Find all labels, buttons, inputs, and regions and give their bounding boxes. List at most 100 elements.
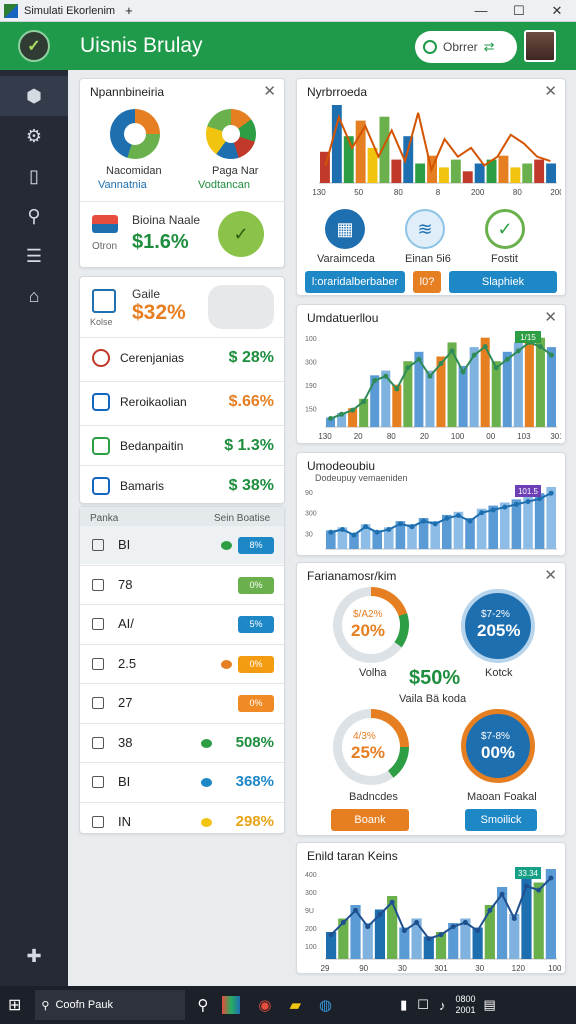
search-icon[interactable]: ⚲	[0, 196, 68, 236]
card-title: Farianamosr/kim	[307, 569, 397, 583]
bar	[498, 155, 509, 183]
calendar-icon[interactable]: ▦	[325, 209, 365, 249]
metric-label: Reroikaolian	[120, 394, 187, 409]
trend-point	[449, 348, 455, 354]
table-row[interactable]: BI 8%	[80, 525, 284, 564]
trend-point	[339, 411, 345, 417]
maximize-button[interactable]: ☐	[500, 0, 538, 22]
gauge-button-2[interactable]: Smoilick	[465, 809, 537, 831]
board-icon	[92, 476, 110, 495]
status-dot	[221, 541, 232, 550]
bar	[546, 487, 556, 549]
volume-icon[interactable]: ♪	[439, 998, 446, 1013]
notification-icon[interactable]: ▤	[483, 997, 495, 1013]
action-button-1[interactable]: l:oraridalberbaber	[305, 271, 405, 293]
search-icon: ⚲	[41, 999, 50, 1012]
y-tick-label: 30	[305, 531, 313, 538]
data-table: Panka Sein Boatise BI 8% 78 0% AI/5% 2.5 0%…	[79, 506, 285, 834]
trend-point	[490, 507, 496, 513]
bar	[513, 342, 523, 427]
x-tick-label: 200	[471, 188, 485, 197]
status-badge: 0%	[238, 576, 274, 594]
trend-point	[536, 887, 542, 893]
bar	[534, 159, 545, 183]
close-button[interactable]: ✕	[538, 0, 576, 22]
x-tick-label: 301	[550, 432, 561, 441]
new-tab-button[interactable]: +	[125, 3, 133, 18]
metric-value: $ 28%	[228, 348, 274, 366]
map-icon[interactable]: ▯	[0, 156, 68, 196]
clock[interactable]: 0800 2001	[455, 994, 475, 1016]
metric-row[interactable]: Cerenjanias $ 28%	[80, 337, 284, 377]
gauge1-value: 20%	[351, 621, 386, 640]
action-button-3[interactable]: Slaphiek	[449, 271, 557, 293]
table-col2[interactable]: Sein Boatise	[214, 513, 270, 524]
date-text: 2001	[455, 1005, 476, 1015]
feature-label: Varaimceda	[317, 253, 375, 265]
x-tick-label: 30	[398, 964, 407, 973]
chart-check-icon[interactable]: ✓	[485, 209, 525, 249]
browser-icon[interactable]: ◉	[258, 996, 271, 1014]
table-row[interactable]: BI 368%	[80, 762, 284, 801]
trend-point	[409, 524, 415, 530]
status-badge: 5%	[238, 616, 274, 633]
window-icon[interactable]: ☐	[417, 997, 429, 1013]
app-grid-icon[interactable]	[222, 996, 241, 1014]
status-dot	[201, 738, 212, 748]
trend-point	[394, 386, 400, 392]
bar-chart-card-4: Enild taran Keins 29 90 30 301 30 120 1001 400 3…	[296, 842, 566, 974]
x-tick-label: 80	[513, 188, 522, 197]
status-dot	[221, 659, 232, 669]
list-icon[interactable]: ☰	[0, 236, 68, 276]
trend-point	[351, 532, 357, 538]
table-row[interactable]: 78 0%	[80, 564, 284, 604]
table-row[interactable]: 38 508%	[80, 722, 284, 762]
puzzle-icon[interactable]: ✚	[0, 936, 68, 976]
metric-row[interactable]: Reroikaolian $.66%	[80, 381, 284, 421]
row-icon	[92, 815, 104, 828]
metric-value: $ 38%	[228, 476, 274, 494]
table-row[interactable]: AI/5%	[80, 604, 284, 643]
filter-icon[interactable]: ⇄	[484, 39, 495, 55]
taskbar-search[interactable]: ⚲ Coofn Pauk	[35, 990, 186, 1020]
trend-point	[450, 924, 456, 930]
tab-title[interactable]: Simulati Ekorlenim	[24, 5, 115, 17]
bar-chart-card-3: Umodeoubiu Dodeupuy vemaeniden 90 300 30 10…	[296, 452, 566, 556]
windows-start-icon[interactable]: ⊞	[8, 995, 21, 1015]
lock-icon[interactable]: ⌂	[0, 276, 68, 316]
avatar[interactable]	[524, 30, 556, 62]
gauge-button-1[interactable]: Boank	[331, 809, 409, 831]
close-icon[interactable]: ✕	[544, 82, 557, 100]
table-row[interactable]: IN 298%	[80, 801, 284, 841]
logo-icon[interactable]: ✓	[18, 30, 50, 62]
minimize-button[interactable]: —	[462, 0, 500, 22]
close-icon[interactable]: ✕	[263, 82, 276, 100]
bar	[474, 163, 485, 183]
search-input[interactable]: Obrrer ⇄	[415, 31, 517, 63]
trend-point	[471, 352, 477, 358]
action-button-2[interactable]: l0?	[413, 271, 441, 293]
bar-chart-card-2: Umdatuerllou ✕ 130 20 80 20 100 00 103 301 100 30…	[296, 304, 566, 444]
search-icon	[423, 40, 437, 54]
donut1-sublabel: Vannatnia	[98, 179, 147, 191]
table-row[interactable]: 2.5 0%	[80, 643, 284, 683]
close-icon[interactable]: ✕	[544, 566, 557, 584]
x-tick-label: 29	[321, 964, 330, 973]
folder-icon[interactable]: ▰	[290, 996, 302, 1014]
gauge2-top: $7-2%	[481, 609, 510, 620]
x-tick-label: 120	[512, 964, 526, 973]
trend-icon[interactable]: ≋	[405, 209, 445, 249]
gear-icon[interactable]: ⚙	[0, 116, 68, 156]
trend-point	[493, 365, 499, 371]
metric-row[interactable]: Bedanpaitin $ 1.3%	[80, 425, 284, 465]
search-icon[interactable]: ⚲	[197, 996, 208, 1014]
home-icon[interactable]: ⬢	[0, 76, 68, 116]
bar	[510, 167, 521, 183]
annotation-text: 33.34	[518, 869, 539, 878]
table-row[interactable]: 27 0%	[80, 683, 284, 722]
table-col1[interactable]: Panka	[90, 513, 118, 524]
trend-point	[455, 513, 461, 519]
metric-row[interactable]: Bamaris $ 38%	[80, 465, 284, 505]
app-icon[interactable]: ◍	[319, 996, 332, 1014]
close-icon[interactable]: ✕	[544, 308, 557, 326]
